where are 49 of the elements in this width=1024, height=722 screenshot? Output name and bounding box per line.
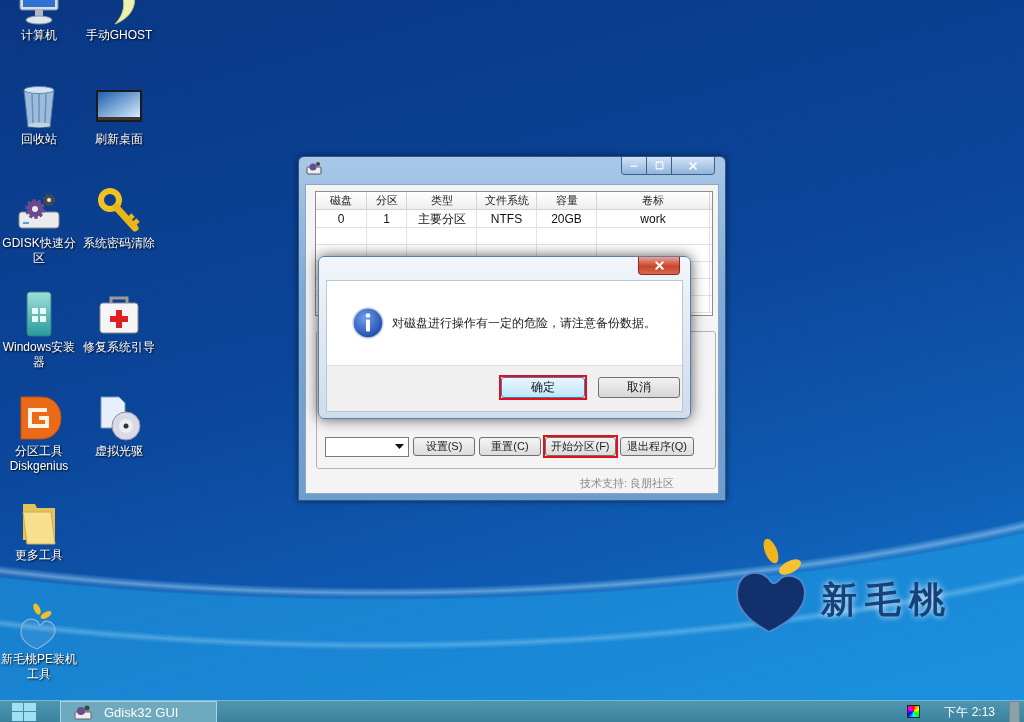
column-header[interactable]: 类型: [407, 192, 477, 209]
desktop-icon-label[interactable]: 修复系统引导: [81, 340, 157, 355]
table-cell: 主要分区: [407, 210, 477, 227]
minimize-button[interactable]: [622, 157, 647, 174]
desktop-icon-label[interactable]: 分区工具Diskgenius: [1, 444, 77, 474]
close-icon: [652, 259, 666, 272]
peach-logo-icon: [735, 537, 807, 633]
desktop-icon-label[interactable]: 系统密码清除: [81, 236, 157, 251]
desktop-icon-label[interactable]: Windows安装器: [1, 340, 77, 370]
dialog-close-button[interactable]: [638, 257, 680, 275]
desktop-icon-label[interactable]: GDISK快速分区: [1, 236, 77, 266]
column-header[interactable]: 容量: [537, 192, 597, 209]
dialog-message: 对磁盘进行操作有一定的危险，请注意备份数据。: [392, 314, 656, 332]
close-icon: [687, 159, 699, 172]
action-button[interactable]: 重置(C): [479, 437, 541, 456]
key-icon[interactable]: [95, 186, 143, 234]
caret-icon: [395, 444, 404, 449]
spectrum-icon[interactable]: [907, 705, 921, 718]
column-header[interactable]: 磁盘: [316, 192, 367, 209]
column-header[interactable]: 卷标: [597, 192, 710, 209]
action-button[interactable]: 开始分区(F): [545, 437, 616, 456]
desktop-icon-label[interactable]: 回收站: [1, 132, 77, 147]
app-icon[interactable]: [306, 161, 322, 175]
partition-dropdown[interactable]: [325, 436, 409, 457]
support-credit-text: 技术支持: 良朋社区: [579, 477, 674, 490]
maximize-icon: [654, 161, 664, 170]
column-header[interactable]: 文件系统: [477, 192, 537, 209]
desktop-icon-label[interactable]: 新毛桃PE装机工具: [1, 652, 77, 682]
action-button[interactable]: 设置(S): [413, 437, 475, 456]
maximize-button[interactable]: [647, 157, 672, 174]
logo-text: 新毛桃: [821, 582, 953, 618]
desktop-icon-label[interactable]: 手动GHOST: [81, 28, 157, 43]
desktop-icon-label[interactable]: 计算机: [1, 28, 77, 43]
clock-text[interactable]: 下午 2:13: [944, 705, 995, 718]
dialog-button[interactable]: 取消: [598, 376, 680, 398]
desktop-icon-label[interactable]: 刷新桌面: [81, 132, 157, 147]
table-cell: 20GB: [537, 210, 597, 227]
table-cell: 1: [367, 210, 407, 227]
desktop-icon-label[interactable]: 虚拟光驱: [81, 444, 157, 459]
disk-gears-icon: [74, 704, 92, 720]
table-cell: work: [597, 210, 710, 227]
start-button[interactable]: [12, 702, 36, 721]
column-header[interactable]: 分区: [367, 192, 407, 209]
info-icon: [352, 306, 384, 339]
dialog-button[interactable]: 确定: [501, 376, 585, 398]
action-button[interactable]: 退出程序(Q): [620, 437, 694, 456]
desktop-icon-label[interactable]: 更多工具: [1, 548, 77, 563]
table-cell: 0: [316, 210, 367, 227]
table-cell: NTFS: [477, 210, 537, 227]
